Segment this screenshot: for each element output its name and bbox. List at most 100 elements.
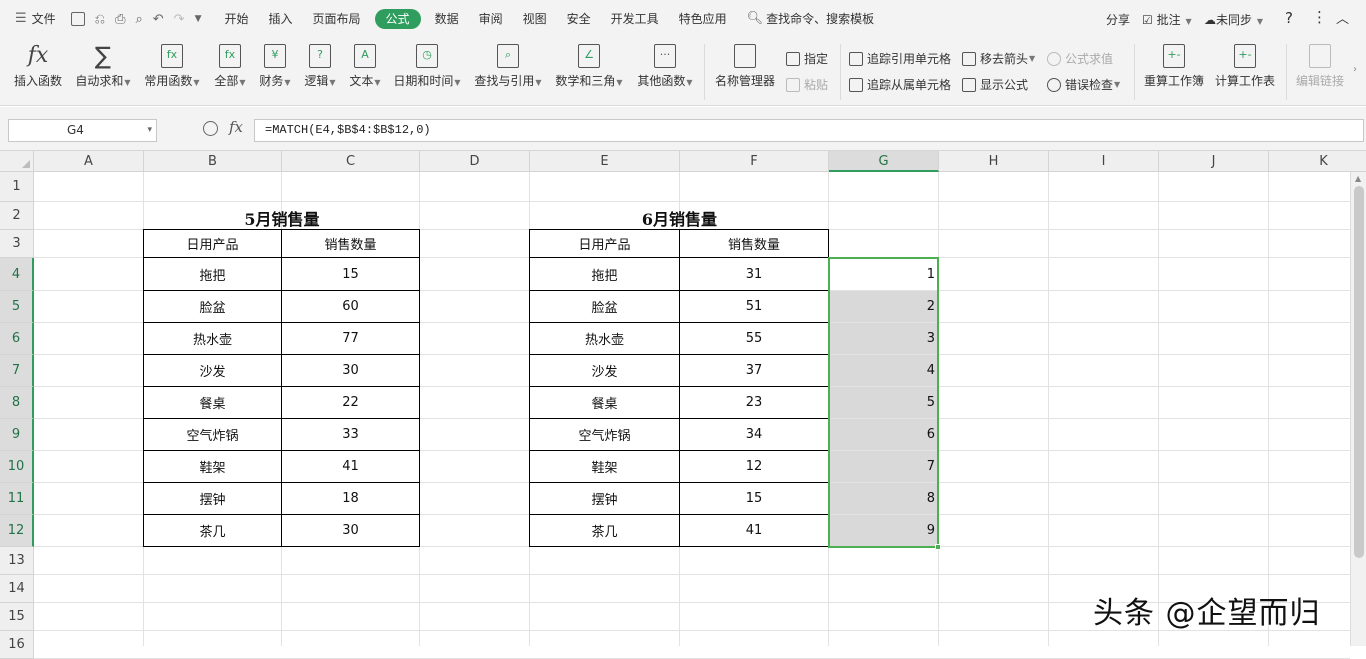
finance-button[interactable]: ¥ 财务▼	[257, 44, 293, 89]
may-table-quantity-cell[interactable]: 30	[281, 514, 420, 547]
tab-formulas[interactable]: 公式	[374, 9, 421, 29]
format-painter-icon[interactable]: ⎌	[95, 12, 105, 27]
tab-view[interactable]: 视图	[513, 0, 557, 38]
logic-button[interactable]: ? 逻辑▼	[302, 44, 338, 89]
june-table-product-cell[interactable]: 鞋架	[529, 450, 680, 483]
row-header-13[interactable]: 13	[0, 547, 34, 575]
print-icon[interactable]: ⎙	[115, 12, 125, 27]
june-table-header-cell[interactable]: 日用产品	[529, 229, 680, 258]
may-table-product-cell[interactable]: 鞋架	[143, 450, 282, 483]
tab-page-layout[interactable]: 页面布局	[303, 0, 371, 38]
datetime-button[interactable]: ◷ 日期和时间▼	[392, 44, 462, 89]
row-header-5[interactable]: 5	[0, 291, 34, 323]
match-result-cell[interactable]: 5	[829, 387, 938, 418]
june-table-product-cell[interactable]: 热水壶	[529, 322, 680, 355]
match-result-cell[interactable]: 6	[829, 419, 938, 450]
calc-sheet-button[interactable]: +- 计算工作表	[1214, 44, 1276, 89]
specify-button[interactable]: 指定	[786, 50, 828, 67]
column-header-j[interactable]: J	[1159, 151, 1269, 172]
may-table-quantity-cell[interactable]: 41	[281, 450, 420, 483]
trace-dependents-button[interactable]: 追踪从属单元格	[849, 76, 951, 93]
may-table-header-cell[interactable]: 日用产品	[143, 229, 282, 258]
column-header-f[interactable]: F	[680, 151, 829, 172]
trace-precedents-button[interactable]: 追踪引用单元格	[849, 50, 951, 67]
collapse-ribbon-icon[interactable]: ︿	[1336, 8, 1349, 27]
math-button[interactable]: ∠ 数学和三角▼	[554, 44, 624, 89]
insert-function-fx-icon[interactable]: fx	[229, 118, 243, 136]
match-result-cell[interactable]: 9	[829, 515, 938, 546]
row-header-15[interactable]: 15	[0, 603, 34, 631]
row-header-3[interactable]: 3	[0, 230, 34, 258]
name-manager-button[interactable]: 名称管理器	[714, 44, 776, 89]
save-icon[interactable]	[70, 12, 85, 26]
tab-data[interactable]: 数据	[425, 0, 469, 38]
match-result-cell[interactable]: 3	[829, 323, 938, 354]
column-header-i[interactable]: I	[1049, 151, 1159, 172]
may-table-quantity-cell[interactable]: 33	[281, 418, 420, 451]
text-functions-button[interactable]: A 文本▼	[347, 44, 383, 89]
redo-icon[interactable]: ↷	[174, 12, 185, 27]
sync-button[interactable]: ☁未同步 ▼	[1204, 11, 1263, 28]
row-header-10[interactable]: 10	[0, 451, 34, 483]
select-all-corner[interactable]	[0, 151, 34, 172]
recalc-workbook-button[interactable]: +- 重算工作簿	[1143, 44, 1205, 89]
may-table-product-cell[interactable]: 茶几	[143, 514, 282, 547]
june-table-product-cell[interactable]: 摆钟	[529, 482, 680, 515]
row-header-14[interactable]: 14	[0, 575, 34, 603]
scrollbar-thumb[interactable]	[1354, 186, 1364, 558]
quick-access-dropdown-icon[interactable]: ▼	[195, 14, 202, 24]
tab-special[interactable]: 特色应用	[669, 0, 737, 38]
match-result-cell[interactable]: 7	[829, 451, 938, 482]
autosum-button[interactable]: ∑ 自动求和▼	[74, 44, 132, 89]
may-table-product-cell[interactable]: 餐桌	[143, 386, 282, 419]
match-result-cell[interactable]: 4	[829, 355, 938, 386]
column-header-d[interactable]: D	[420, 151, 530, 172]
column-header-e[interactable]: E	[530, 151, 680, 172]
june-table-quantity-cell[interactable]: 31	[679, 257, 829, 291]
tab-security[interactable]: 安全	[557, 0, 601, 38]
may-table-product-cell[interactable]: 空气炸锅	[143, 418, 282, 451]
june-table-quantity-cell[interactable]: 51	[679, 290, 829, 323]
more-icon[interactable]: ⋮	[1312, 8, 1327, 26]
undo-icon[interactable]: ↶	[153, 12, 164, 27]
may-table-quantity-cell[interactable]: 15	[281, 257, 420, 291]
search-command[interactable]: 🔍︎ 查找命令、搜索模板	[737, 0, 885, 38]
row-header-4[interactable]: 4	[0, 258, 34, 291]
column-header-k[interactable]: K	[1269, 151, 1366, 172]
column-header-a[interactable]: A	[34, 151, 144, 172]
may-table-product-cell[interactable]: 热水壶	[143, 322, 282, 355]
may-table-product-cell[interactable]: 摆钟	[143, 482, 282, 515]
common-functions-button[interactable]: fx 常用函数▼	[143, 44, 201, 89]
lookup-button[interactable]: ⌕ 查找与引用▼	[473, 44, 543, 89]
spreadsheet-grid[interactable]: ▲ A B C D E F G H I J K 1 2 3 4 5 6 7 8 9 10 11 12 13 14 15 16 5月销售…	[0, 151, 1366, 659]
row-header-7[interactable]: 7	[0, 355, 34, 387]
row-header-8[interactable]: 8	[0, 387, 34, 419]
june-table-quantity-cell[interactable]: 12	[679, 450, 829, 483]
june-table-product-cell[interactable]: 餐桌	[529, 386, 680, 419]
scroll-up-icon[interactable]: ▲	[1355, 174, 1361, 183]
other-functions-button[interactable]: ··· 其他函数▼	[635, 44, 695, 89]
row-header-11[interactable]: 11	[0, 483, 34, 515]
june-table-product-cell[interactable]: 茶几	[529, 514, 680, 547]
all-functions-button[interactable]: fx 全部▼	[212, 44, 248, 89]
share-button[interactable]: 分享	[1106, 11, 1130, 28]
may-table-header-cell[interactable]: 销售数量	[281, 229, 420, 258]
insert-function-button[interactable]: fx 插入函数	[12, 44, 64, 89]
error-check-button[interactable]: 错误检查 ▼	[1047, 76, 1120, 93]
match-result-cell[interactable]: 2	[829, 291, 938, 322]
formula-input[interactable]: =MATCH(E4,$B$4:$B$12,0)	[254, 119, 1364, 142]
tab-home[interactable]: 开始	[215, 0, 259, 38]
column-header-b[interactable]: B	[144, 151, 282, 172]
row-header-16[interactable]: 16	[0, 631, 34, 659]
tab-insert[interactable]: 插入	[259, 0, 303, 38]
june-table-header-cell[interactable]: 销售数量	[679, 229, 829, 258]
column-header-c[interactable]: C	[282, 151, 420, 172]
june-table-quantity-cell[interactable]: 23	[679, 386, 829, 419]
file-menu[interactable]: ☰ 文件	[0, 0, 66, 38]
june-table-quantity-cell[interactable]: 15	[679, 482, 829, 515]
june-table-quantity-cell[interactable]: 34	[679, 418, 829, 451]
row-header-1[interactable]: 1	[0, 172, 34, 202]
edit-links-button[interactable]: 编辑链接	[1295, 44, 1345, 89]
name-box[interactable]: G4 ▾	[8, 119, 157, 142]
tab-developer[interactable]: 开发工具	[601, 0, 669, 38]
